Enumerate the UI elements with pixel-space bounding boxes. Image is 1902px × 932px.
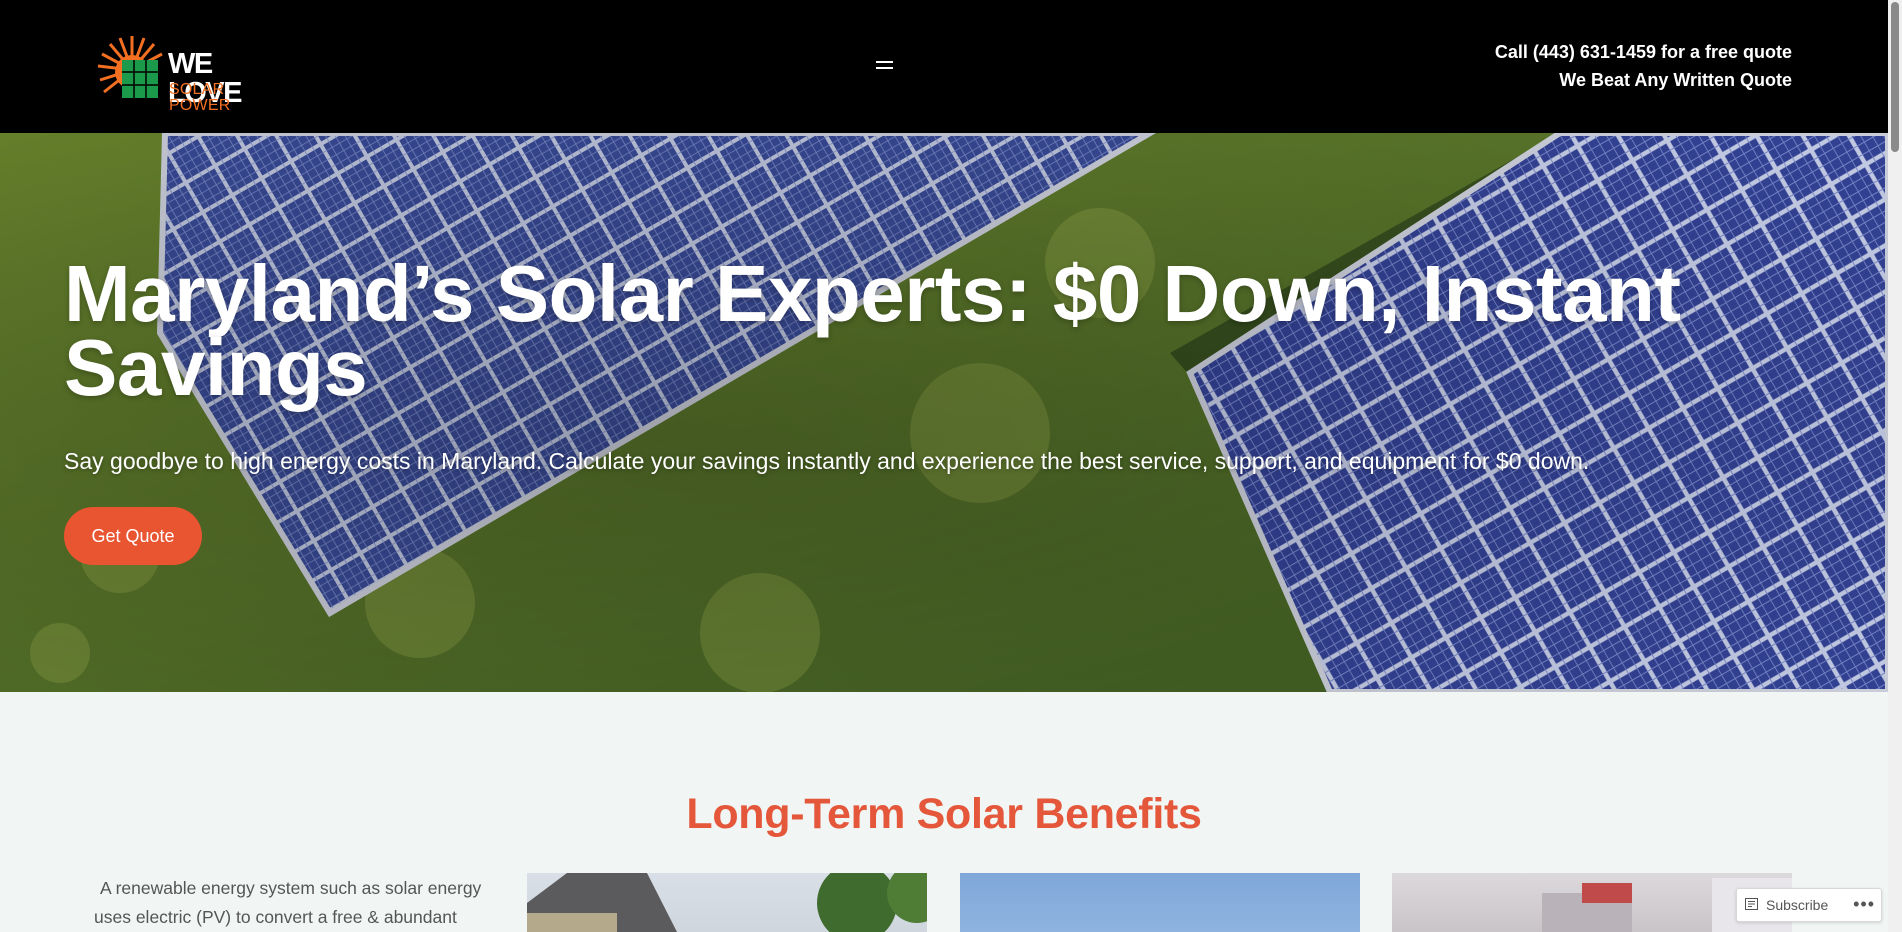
electrical-equipment-image [1542,878,1792,932]
more-options-icon[interactable]: ••• [1853,889,1875,921]
site-header: WE LOVE SOLAR POWER Call (443) 631-1459 … [0,0,1888,133]
house-roof-image [527,873,927,932]
phone-cta-text[interactable]: Call (443) 631-1459 for a free quote [1495,38,1792,66]
benefit-image-equipment [1392,873,1792,932]
site-logo[interactable]: WE LOVE SOLAR POWER [96,34,276,114]
sun-solar-panel-logo-icon [97,36,163,98]
page-scrollbar[interactable] [1888,0,1902,932]
reader-icon [1745,898,1758,910]
subscribe-label: Subscribe [1766,897,1829,913]
benefit-image-sky [960,873,1360,932]
quote-promise-text: We Beat Any Written Quote [1559,70,1792,90]
logo-subtitle: SOLAR POWER [169,81,231,114]
hero-subtitle: Say goodbye to high energy costs in Mary… [64,448,1590,474]
get-quote-button[interactable]: Get Quote [64,507,202,565]
header-contact: Call (443) 631-1459 for a free quote We … [1495,38,1792,94]
benefits-title: Long-Term Solar Benefits [686,790,1202,838]
benefit-image-house [527,873,927,932]
subscribe-widget: Subscribe ••• [1736,888,1882,922]
scrollbar-thumb[interactable] [1891,2,1899,152]
hero-section: Maryland’s Solar Experts: $0 Down, Insta… [0,133,1888,692]
hero-background-image [0,133,1888,692]
hero-title: Maryland’s Solar Experts: $0 Down, Insta… [64,249,1681,412]
benefits-intro-text: A renewable energy system such as solar … [94,878,482,927]
hamburger-menu-icon[interactable] [872,56,898,74]
